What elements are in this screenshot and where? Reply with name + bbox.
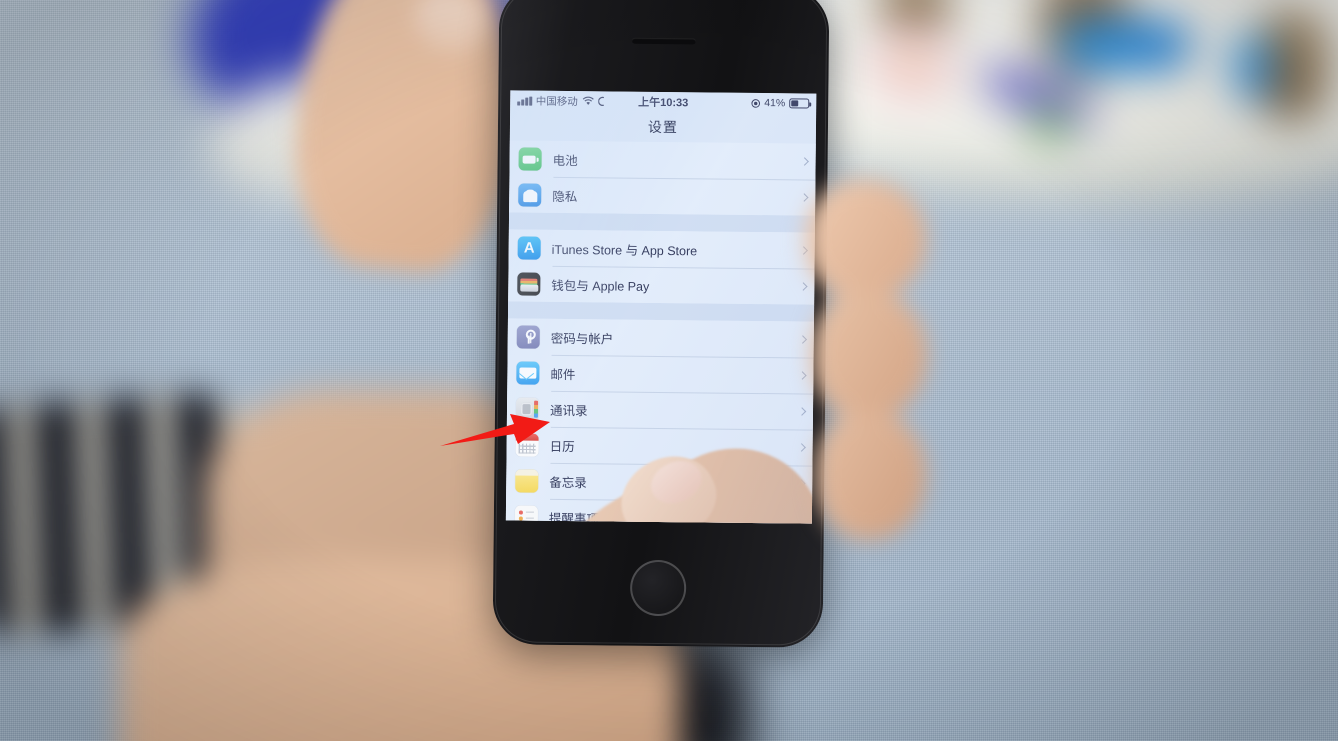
settings-list[interactable]: 电池隐私 iTunes Store 与 App Store 钱包与 Apple Pa…: [505, 140, 816, 524]
settings-row[interactable]: 密码与帐户: [507, 318, 814, 358]
blue-item-one: [1060, 20, 1190, 70]
settings-row-label: 电池: [552, 153, 578, 168]
location-services-icon: [751, 98, 761, 108]
settings-row[interactable]: 提醒事项: [505, 498, 813, 524]
settings-row[interactable]: 备忘录: [506, 462, 813, 502]
chevron-right-icon: [798, 335, 808, 344]
battery-icon: [789, 98, 810, 109]
red-arrow-annotation: [440, 414, 550, 446]
photo-scene: 中国移动 上午10:33 41% 设置 电池 隐私 A iTunes Store…: [0, 0, 1338, 741]
blue-item-two: [1235, 35, 1271, 97]
phone-screen[interactable]: 中国移动 上午10:33 41% 设置 电池 隐私 A iTunes Store…: [505, 90, 817, 524]
chevron-right-icon: [797, 443, 806, 452]
status-right: 41%: [751, 97, 810, 110]
settings-row[interactable]: 电池: [509, 140, 816, 180]
settings-row-label: 密码与帐户: [550, 331, 614, 347]
settings-row-label: 钱包与 Apple Pay: [551, 278, 650, 294]
green-item: [1030, 110, 1070, 136]
earpiece-speaker: [631, 37, 696, 45]
settings-row-label: 邮件: [550, 367, 576, 382]
chevron-right-icon: [797, 407, 807, 416]
home-button[interactable]: [629, 559, 687, 617]
notes-icon: [515, 468, 539, 493]
chevron-right-icon: [800, 157, 809, 166]
settings-row-label: 通讯录: [549, 403, 588, 418]
privacy-hand-icon: [518, 182, 542, 207]
chevron-right-icon: [799, 282, 808, 291]
settings-row[interactable]: 邮件: [507, 354, 814, 394]
settings-row[interactable]: 钱包与 Apple Pay: [508, 265, 815, 305]
settings-row[interactable]: 隐私: [509, 176, 816, 216]
settings-row[interactable]: 日历: [506, 426, 813, 466]
pink-flower: [860, 18, 965, 108]
battery-settings-icon: [518, 147, 542, 171]
settings-row-label: 日历: [549, 439, 575, 454]
passwords-key-icon: [516, 324, 540, 349]
mail-envelope-icon: [516, 360, 540, 385]
settings-row-label: iTunes Store 与 App Store: [551, 242, 698, 258]
settings-row-label: 备忘录: [549, 475, 587, 490]
chevron-right-icon: [797, 479, 806, 488]
chevron-right-icon: [798, 371, 807, 380]
settings-row[interactable]: iTunes Store 与 App Store: [508, 229, 815, 269]
iphone-device: 中国移动 上午10:33 41% 设置 电池 隐私 A iTunes Store…: [492, 0, 830, 648]
chevron-right-icon: [800, 193, 809, 202]
chevron-right-icon: [799, 246, 808, 255]
chevron-right-icon: [796, 515, 806, 524]
battery-percent-label: 41%: [764, 97, 786, 110]
settings-row-label: 隐私: [552, 189, 578, 204]
wallet-icon: [517, 271, 541, 296]
page-title: 设置: [509, 110, 817, 144]
app-store-icon: [517, 235, 541, 260]
settings-row[interactable]: 通讯录: [506, 390, 814, 430]
